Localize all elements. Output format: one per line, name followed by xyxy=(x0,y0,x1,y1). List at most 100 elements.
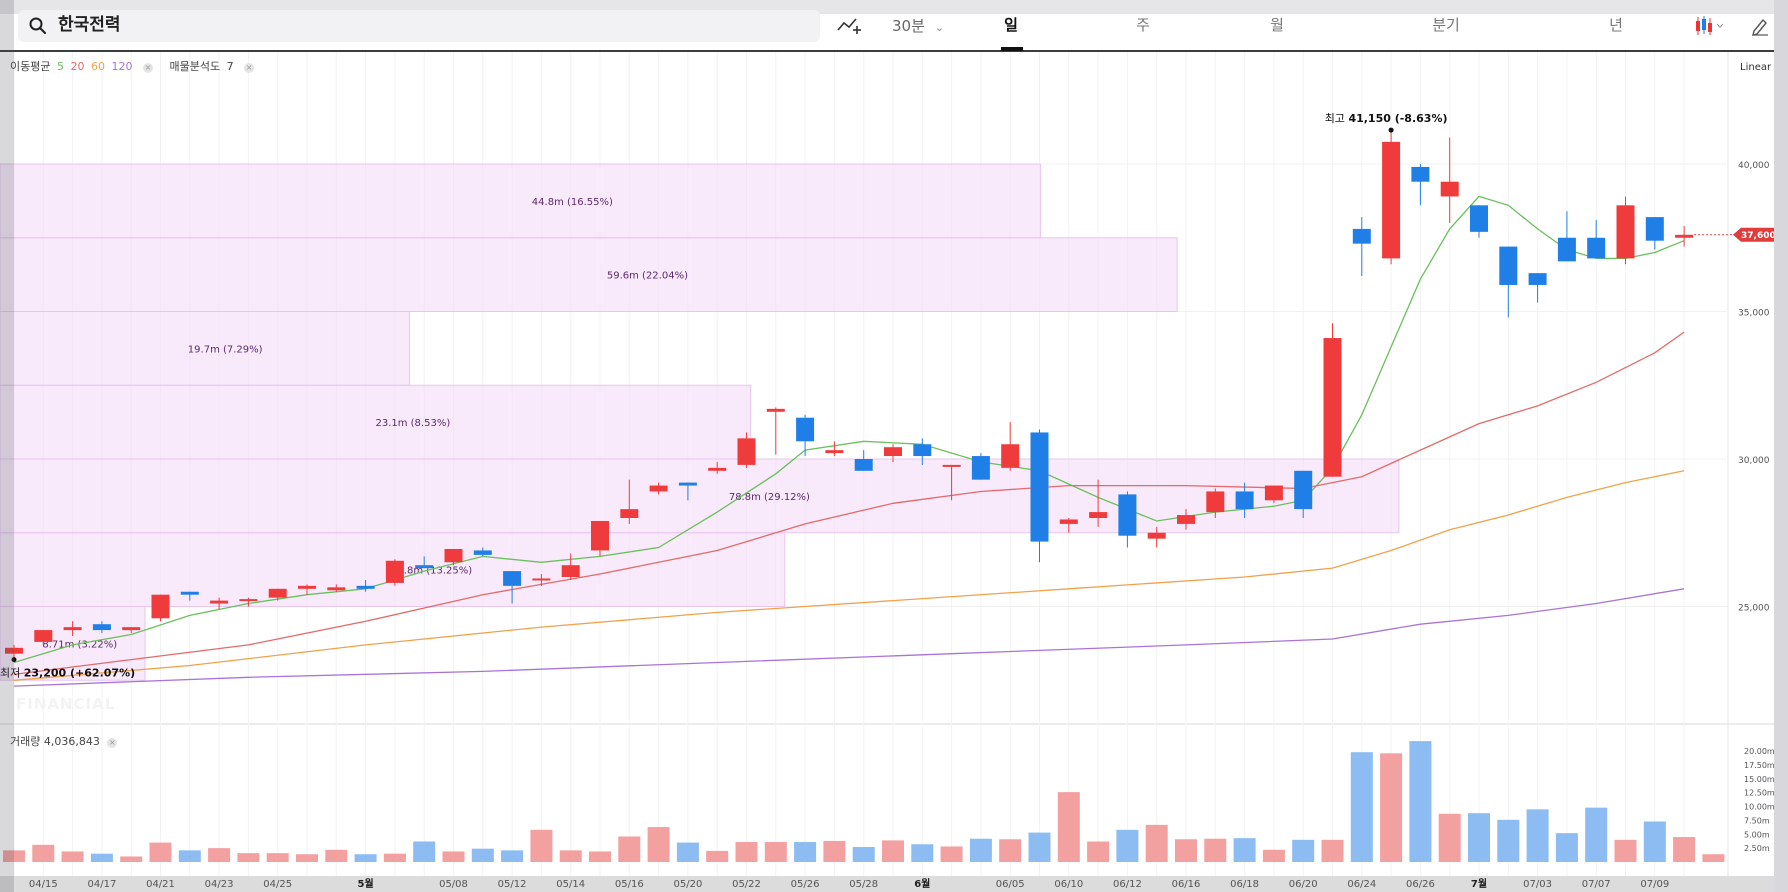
date-tick-label: 05/16 xyxy=(615,879,644,890)
candle-body xyxy=(649,485,668,492)
date-tick-label: 04/23 xyxy=(205,879,234,890)
last-price-label: 37,600 xyxy=(1741,231,1776,241)
price-tick-label: 40,000 xyxy=(1738,161,1770,171)
volume-bar xyxy=(764,842,787,862)
candle-body xyxy=(1616,205,1635,259)
date-tick-label: 06/20 xyxy=(1289,879,1318,890)
candle-body xyxy=(1235,491,1254,510)
date-tick-label: 05/14 xyxy=(556,879,585,890)
volume-bar xyxy=(1057,792,1080,862)
volume-bar xyxy=(1468,813,1490,862)
volume-profile-label: 78.8m (29.12%) xyxy=(729,492,810,503)
date-tick-label: 06/05 xyxy=(996,879,1025,890)
candle-body xyxy=(1528,273,1547,285)
volume-bar xyxy=(1673,837,1696,862)
volume-bar xyxy=(90,853,113,862)
candle-body xyxy=(180,591,199,595)
price-chart[interactable]: 8.71m (3.22%)35.8m (13.25%)78.8m (29.12%… xyxy=(0,0,1788,892)
volume-bar xyxy=(823,840,846,862)
high-marker-prefix: 최고 xyxy=(1325,112,1349,125)
candle-body xyxy=(503,571,522,586)
candle-body xyxy=(473,550,492,555)
volume-profile-label: 23.1m (8.53%) xyxy=(375,418,450,429)
candle-body xyxy=(1177,515,1195,524)
volume-bar xyxy=(1643,821,1666,862)
volume-legend[interactable]: 거래량 4,036,843 × xyxy=(10,733,118,749)
candle-body xyxy=(1499,246,1518,285)
volume-bar xyxy=(501,850,524,862)
volume-bar xyxy=(882,840,904,862)
date-tick-label: 04/21 xyxy=(146,879,175,890)
volume-bar xyxy=(1292,839,1315,862)
date-tick-label: 5월 xyxy=(358,878,374,890)
volume-bar xyxy=(530,829,553,862)
volume-tick-label: 10.00m xyxy=(1744,803,1775,812)
volume-bar xyxy=(999,839,1022,862)
date-tick-label: 6월 xyxy=(914,878,930,890)
date-tick-label: 05/12 xyxy=(498,879,527,890)
volume-bar xyxy=(1262,849,1285,862)
volume-bar xyxy=(969,838,992,862)
candle-body xyxy=(151,594,170,619)
volume-bar xyxy=(471,848,494,862)
high-marker-dot xyxy=(1388,127,1394,133)
candle-body xyxy=(678,482,697,486)
volume-bar xyxy=(676,842,699,862)
date-tick-label: 06/24 xyxy=(1347,879,1376,890)
volume-bar xyxy=(1028,832,1051,862)
candle-body xyxy=(1089,512,1108,518)
candle-body xyxy=(1557,237,1576,262)
date-tick-label: 06/12 xyxy=(1113,879,1142,890)
low-marker-value: 23,200 (+62.07%) xyxy=(24,667,135,680)
candle-body xyxy=(268,588,287,598)
price-tick-label: 25,000 xyxy=(1738,604,1770,614)
close-icon[interactable]: × xyxy=(244,63,255,73)
candle-body xyxy=(796,417,815,442)
candle-body xyxy=(1030,432,1049,542)
ma-legend-60: 60 xyxy=(90,60,105,73)
volume-bar xyxy=(1438,813,1461,862)
candle-body xyxy=(1440,181,1459,197)
candle-body xyxy=(1264,485,1283,501)
candle-body xyxy=(92,624,111,631)
volume-bar xyxy=(1526,809,1549,862)
date-tick-label: 06/18 xyxy=(1230,879,1259,890)
high-marker-label: 최고 41,150 (-8.63%) xyxy=(1325,112,1448,125)
volume-bar xyxy=(1702,854,1725,862)
volume-profile-label: 59.6m (22.04%) xyxy=(607,271,688,282)
volume-bar xyxy=(852,847,875,862)
candle-body xyxy=(1118,494,1137,536)
candle-body xyxy=(971,456,990,480)
volume-bar xyxy=(911,844,934,862)
close-icon[interactable]: × xyxy=(107,738,118,748)
chart-app: 한국전력 30분 ⌄ 일 주 월 분기 년 8.71m (3.22%) 35.8m … xyxy=(0,0,1788,892)
date-tick-label: 06/16 xyxy=(1172,879,1201,890)
volume-bar xyxy=(413,841,436,862)
candle-body xyxy=(942,464,961,467)
volume-bar xyxy=(325,849,348,862)
candle-body xyxy=(34,630,53,642)
candle-body xyxy=(620,509,639,518)
candle-body xyxy=(210,600,229,604)
date-tick-label: 06/10 xyxy=(1054,879,1083,890)
candle-body xyxy=(532,578,551,581)
volume-bar xyxy=(149,842,172,862)
candle-body xyxy=(1587,237,1606,259)
volume-tick-label: 15.00m xyxy=(1744,775,1775,784)
candle-body xyxy=(737,438,756,465)
volume-bar xyxy=(1497,819,1520,862)
candle-body xyxy=(766,408,785,412)
close-icon[interactable]: × xyxy=(142,63,153,73)
profile-legend-value: 7 xyxy=(226,60,234,73)
candle-body xyxy=(1206,491,1225,513)
volume-bar xyxy=(1380,753,1403,862)
volume-profile-bar xyxy=(0,163,1042,239)
candle-body xyxy=(825,450,844,454)
volume-axis: 2.50m 5.00m 7.50m 10.00m 12.50m 15.00m 17.50m 2… xyxy=(1744,747,1775,853)
ma-legend[interactable]: 이동평균 5 20 60 120 × 매물분석도 7 × xyxy=(10,58,257,74)
volume-bar xyxy=(1585,807,1608,862)
volume-bar xyxy=(559,850,582,862)
volume-bar xyxy=(794,842,817,862)
candle-body xyxy=(1059,519,1078,524)
volume-legend-label: 거래량 xyxy=(10,735,41,748)
